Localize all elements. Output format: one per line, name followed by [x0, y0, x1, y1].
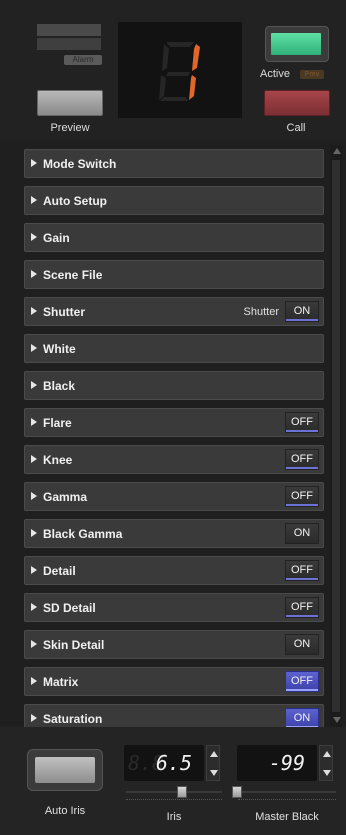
- active-button[interactable]: [265, 26, 329, 62]
- preview-tally-badge: Prev: [300, 70, 324, 79]
- master-black-slider-knob[interactable]: [232, 786, 242, 798]
- menu-row-sd-detail[interactable]: SD Detail OFF: [24, 593, 324, 622]
- auto-iris-lamp: [35, 757, 95, 783]
- camera-number-digit: [159, 42, 200, 101]
- menu-label: Skin Detail: [43, 638, 105, 652]
- menu-row-scene-file[interactable]: Scene File: [24, 260, 324, 289]
- scroll-up-arrow-icon[interactable]: [333, 148, 341, 154]
- scrollbar-thumb[interactable]: [332, 160, 340, 712]
- knee-toggle[interactable]: OFF: [285, 449, 319, 470]
- menu-label: Auto Setup: [43, 194, 107, 208]
- menu-label: Gamma: [43, 490, 88, 504]
- active-lamp: [271, 33, 321, 55]
- master-black-down-arrow-icon[interactable]: [323, 770, 331, 776]
- iris-down-arrow-icon[interactable]: [210, 770, 218, 776]
- skin-detail-toggle[interactable]: ON: [285, 634, 319, 655]
- call-button[interactable]: [264, 90, 330, 116]
- menu-label: Knee: [43, 453, 73, 467]
- menu-row-detail[interactable]: Detail OFF: [24, 556, 324, 585]
- alarm-bar-1: [37, 24, 101, 36]
- menu-label: Black Gamma: [43, 527, 123, 541]
- lens-control-panel: Auto Iris 8.8 6.5 -99 Iris Master Black: [0, 727, 346, 835]
- expand-arrow-icon: [31, 381, 37, 389]
- menu-row-knee[interactable]: Knee OFF: [24, 445, 324, 474]
- black-gamma-toggle[interactable]: ON: [285, 523, 319, 544]
- master-black-stepper[interactable]: [319, 745, 333, 781]
- expand-arrow-icon: [31, 270, 37, 278]
- expand-arrow-icon: [31, 418, 37, 426]
- auto-iris-label: Auto Iris: [44, 805, 86, 817]
- shutter-toggle[interactable]: ON: [285, 301, 319, 322]
- active-label: Active: [260, 68, 290, 80]
- expand-arrow-icon: [31, 603, 37, 611]
- master-black-value-display: -99: [237, 745, 317, 781]
- menu-row-gain[interactable]: Gain: [24, 223, 324, 252]
- menu-row-black-gamma[interactable]: Black Gamma ON: [24, 519, 324, 548]
- preview-label: Preview: [50, 122, 90, 134]
- expand-arrow-icon: [31, 566, 37, 574]
- menu-label: Black: [43, 379, 76, 393]
- expand-arrow-icon: [31, 640, 37, 648]
- expand-arrow-icon: [31, 159, 37, 167]
- expand-arrow-icon: [31, 529, 37, 537]
- menu-label: Gain: [43, 231, 70, 245]
- menu-row-matrix[interactable]: Matrix OFF: [24, 667, 324, 696]
- camera-number-display: 1: [118, 22, 242, 118]
- master-black-up-arrow-icon[interactable]: [323, 751, 331, 757]
- control-header: Alarm Preview 1 Active Prev Call: [0, 0, 346, 140]
- iris-value-display: 8.8 6.5: [124, 745, 204, 781]
- menu-row-mode-switch[interactable]: Mode Switch: [24, 149, 324, 178]
- menu-row-auto-setup[interactable]: Auto Setup: [24, 186, 324, 215]
- menu-row-shutter[interactable]: Shutter Shutter ON: [24, 297, 324, 326]
- master-black-slider-ticks: [238, 799, 336, 803]
- menu-label: SD Detail: [43, 601, 96, 615]
- shutter-sublabel: Shutter: [243, 306, 279, 318]
- expand-arrow-icon: [31, 714, 37, 722]
- iris-value: 6.5: [155, 751, 192, 775]
- menu-label: Saturation: [43, 712, 103, 726]
- expand-arrow-icon: [31, 344, 37, 352]
- matrix-toggle[interactable]: OFF: [285, 671, 319, 692]
- iris-stepper[interactable]: [206, 745, 220, 781]
- flare-toggle[interactable]: OFF: [285, 412, 319, 433]
- menu-row-skin-detail[interactable]: Skin Detail ON: [24, 630, 324, 659]
- iris-up-arrow-icon[interactable]: [210, 751, 218, 757]
- menu-row-gamma[interactable]: Gamma OFF: [24, 482, 324, 511]
- detail-toggle[interactable]: OFF: [285, 560, 319, 581]
- gamma-toggle[interactable]: OFF: [285, 486, 319, 507]
- expand-arrow-icon: [31, 233, 37, 241]
- sd-detail-toggle[interactable]: OFF: [285, 597, 319, 618]
- master-black-label: Master Black: [255, 811, 319, 823]
- expand-arrow-icon: [31, 677, 37, 685]
- master-black-value: -99: [268, 751, 305, 775]
- preview-button[interactable]: [37, 90, 103, 116]
- menu-label: Detail: [43, 564, 76, 578]
- menu-label: Mode Switch: [43, 157, 117, 171]
- iris-slider-track[interactable]: [126, 791, 222, 793]
- menu-label: Matrix: [43, 675, 79, 689]
- auto-iris-button[interactable]: [27, 749, 103, 791]
- iris-slider-ticks: [126, 799, 222, 803]
- menu-row-black[interactable]: Black: [24, 371, 324, 400]
- menu-row-flare[interactable]: Flare OFF: [24, 408, 324, 437]
- alarm-label: Alarm: [64, 55, 102, 65]
- expand-arrow-icon: [31, 455, 37, 463]
- saturation-toggle[interactable]: ON: [285, 708, 319, 729]
- expand-arrow-icon: [31, 196, 37, 204]
- iris-label: Iris: [166, 811, 182, 823]
- expand-arrow-icon: [31, 307, 37, 315]
- menu-row-white[interactable]: White: [24, 334, 324, 363]
- scroll-down-arrow-icon[interactable]: [333, 717, 341, 723]
- menu-label: Shutter: [43, 305, 85, 319]
- menu-label: Scene File: [43, 268, 103, 282]
- alarm-indicator: [37, 22, 101, 52]
- call-label: Call: [286, 122, 306, 134]
- master-black-slider-track[interactable]: [238, 791, 336, 793]
- expand-arrow-icon: [31, 492, 37, 500]
- alarm-bar-2: [37, 38, 101, 50]
- iris-slider-knob[interactable]: [177, 786, 187, 798]
- menu-label: White: [43, 342, 76, 356]
- menu-label: Flare: [43, 416, 72, 430]
